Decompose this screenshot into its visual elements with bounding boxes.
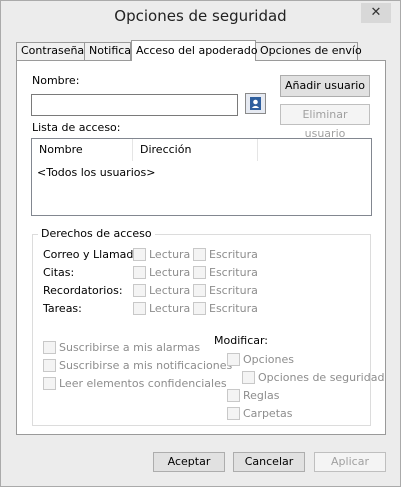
security-options-dialog: Opciones de seguridad ✕ Contraseña Notif…: [0, 0, 401, 487]
mail-calls-label: Correo y Llamada:: [43, 248, 144, 261]
subscribe-alarms-label: Suscribirse a mis alarmas: [59, 341, 201, 354]
access-rights-title: Derechos de acceso: [38, 227, 155, 240]
access-list-label: Lista de acceso:: [32, 121, 121, 134]
address-book-icon: [250, 97, 261, 110]
appointments-read-checkbox[interactable]: [133, 266, 146, 279]
reminders-write-checkbox[interactable]: [193, 284, 206, 297]
subscribe-notifications-label: Suscribirse a mis notificaciones: [59, 359, 233, 372]
modify-folders-checkbox[interactable]: [227, 407, 240, 420]
tasks-write-label: Escritura: [209, 302, 258, 315]
mail-calls-write-checkbox[interactable]: [193, 248, 206, 261]
ok-button[interactable]: Aceptar: [153, 452, 225, 472]
access-rights-group: Derechos de acceso: [32, 227, 371, 426]
read-confidential-label: Leer elementos confidenciales: [59, 377, 227, 390]
column-header-name[interactable]: Nombre: [32, 139, 133, 161]
apply-button[interactable]: Aplicar: [314, 452, 386, 472]
modify-options-label: Opciones: [243, 353, 294, 366]
tasks-label: Tareas:: [43, 302, 82, 315]
modify-rules-label: Reglas: [243, 389, 280, 402]
add-user-button[interactable]: Añadir usuario: [280, 75, 370, 97]
tab-send-options[interactable]: Opciones de envío: [255, 42, 362, 60]
tab-notify[interactable]: Notificar: [84, 42, 136, 60]
column-header-address[interactable]: Dirección: [133, 139, 258, 161]
read-confidential-checkbox[interactable]: [43, 377, 56, 390]
remove-user-button[interactable]: Eliminar usuario: [280, 104, 370, 140]
mail-calls-read-checkbox[interactable]: [133, 248, 146, 261]
appointments-label: Citas:: [43, 266, 75, 279]
reminders-read-label: Lectura: [149, 284, 191, 297]
access-list[interactable]: Nombre Dirección <Todos los usuarios>: [31, 138, 372, 216]
tasks-write-checkbox[interactable]: [193, 302, 206, 315]
window-title: Opciones de seguridad: [114, 7, 287, 25]
modify-security-options-label: Opciones de seguridad: [258, 371, 385, 384]
appointments-write-label: Escritura: [209, 266, 258, 279]
appointments-read-label: Lectura: [149, 266, 191, 279]
subscribe-notifications-checkbox[interactable]: [43, 359, 56, 372]
modify-label: Modificar:: [214, 334, 269, 347]
close-button[interactable]: ✕: [361, 3, 391, 23]
subscribe-alarms-checkbox[interactable]: [43, 341, 56, 354]
appointments-write-checkbox[interactable]: [193, 266, 206, 279]
modify-security-options-checkbox[interactable]: [242, 371, 255, 384]
tab-proxy-access[interactable]: Acceso del apoderado: [131, 40, 258, 61]
reminders-read-checkbox[interactable]: [133, 284, 146, 297]
title-bar: Opciones de seguridad ✕: [1, 1, 400, 33]
name-label: Nombre:: [32, 74, 80, 87]
tab-password[interactable]: Contraseña: [16, 42, 85, 60]
modify-rules-checkbox[interactable]: [227, 389, 240, 402]
tasks-read-checkbox[interactable]: [133, 302, 146, 315]
list-item[interactable]: <Todos los usuarios>: [37, 166, 155, 179]
mail-calls-write-label: Escritura: [209, 248, 258, 261]
address-book-button[interactable]: [245, 93, 266, 114]
modify-folders-label: Carpetas: [243, 407, 293, 420]
mail-calls-read-label: Lectura: [149, 248, 191, 261]
tasks-read-label: Lectura: [149, 302, 191, 315]
modify-options-checkbox[interactable]: [227, 353, 240, 366]
cancel-button[interactable]: Cancelar: [233, 452, 305, 472]
reminders-write-label: Escritura: [209, 284, 258, 297]
reminders-label: Recordatorios:: [43, 284, 123, 297]
name-input[interactable]: [31, 94, 238, 116]
